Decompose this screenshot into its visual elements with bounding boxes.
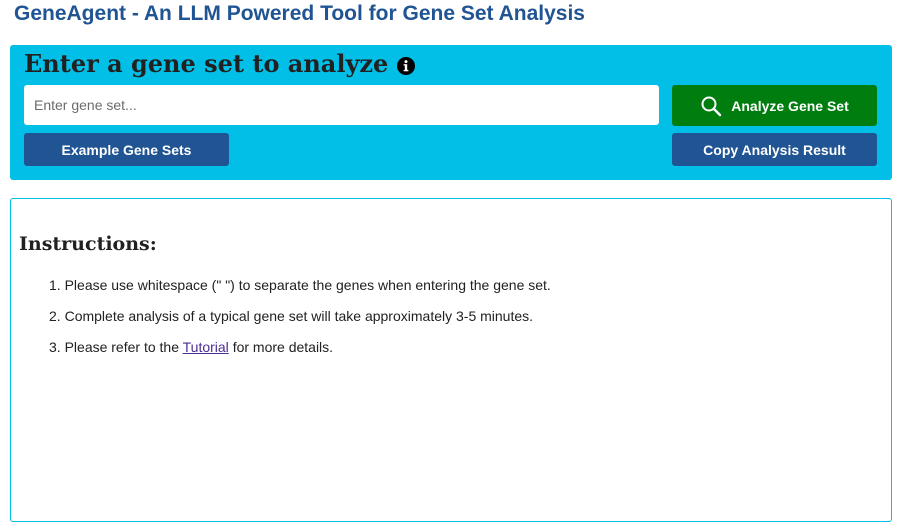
instruction-item-3: 3. Please refer to the Tutorial for more…: [49, 337, 551, 368]
analyze-button-label: Analyze Gene Set: [731, 97, 849, 114]
instruction-text-after: for more details.: [232, 339, 334, 355]
copy-button-label: Copy Analysis Result: [703, 141, 846, 158]
instruction-text-before: Please refer to the: [64, 339, 179, 355]
instructions-heading: Instructions:: [19, 233, 157, 255]
instruction-item-1: 1. Please use whitespace (" ") to separa…: [49, 275, 551, 306]
copy-analysis-result-button[interactable]: Copy Analysis Result: [672, 133, 877, 166]
app-title: GeneAgent - An LLM Powered Tool for Gene…: [14, 2, 585, 25]
instruction-number: 3.: [49, 339, 61, 355]
instruction-number: 2.: [49, 308, 61, 324]
instruction-text: Please use whitespace (" ") to separate …: [64, 277, 551, 293]
gene-set-input[interactable]: [24, 85, 659, 125]
instruction-item-2: 2. Complete analysis of a typical gene s…: [49, 306, 551, 337]
result-panel: Instructions: 1. Please use whitespace (…: [10, 198, 892, 522]
search-icon: [700, 95, 722, 117]
instruction-number: 1.: [49, 277, 61, 293]
example-gene-sets-button[interactable]: Example Gene Sets: [24, 133, 229, 166]
info-icon[interactable]: [397, 56, 416, 75]
tutorial-link[interactable]: Tutorial: [183, 339, 229, 355]
panel-heading: Enter a gene set to analyze: [24, 49, 416, 78]
analyze-gene-set-button[interactable]: Analyze Gene Set: [672, 85, 877, 126]
instructions-list: 1. Please use whitespace (" ") to separa…: [49, 275, 551, 368]
example-button-label: Example Gene Sets: [61, 141, 192, 158]
gene-input-panel: Enter a gene set to analyze Analyze Gene…: [10, 45, 892, 180]
instruction-text: Complete analysis of a typical gene set …: [64, 308, 534, 324]
panel-heading-text: Enter a gene set to analyze: [24, 49, 389, 78]
